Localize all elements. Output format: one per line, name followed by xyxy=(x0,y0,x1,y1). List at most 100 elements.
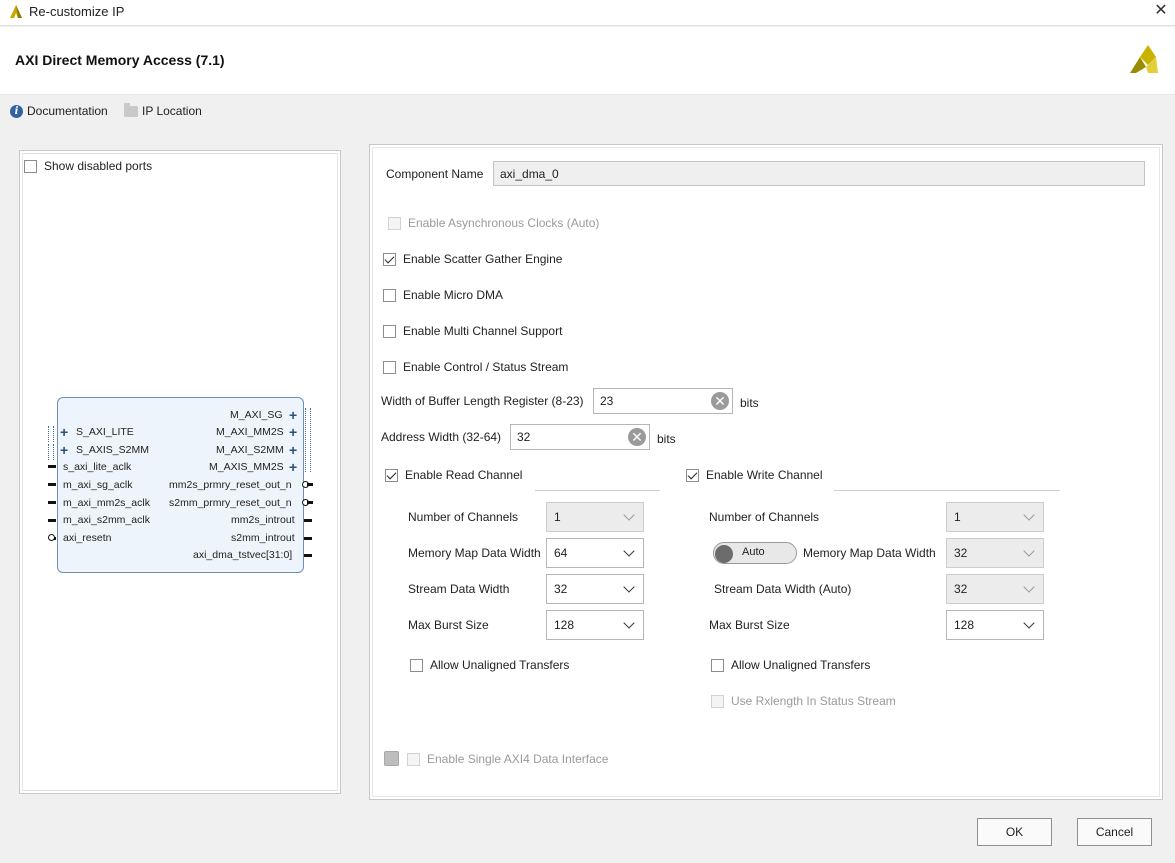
read-max-burst-select[interactable]: 128 xyxy=(546,610,644,640)
checkbox-label: Show disabled ports xyxy=(44,159,153,173)
page-title: AXI Direct Memory Access (7.1) xyxy=(15,52,225,68)
chevron-down-icon xyxy=(1023,545,1035,557)
port-label: s2mm_introut xyxy=(231,532,295,544)
checkbox-label: Enable Control / Status Stream xyxy=(403,360,569,374)
documentation-link[interactable]: i Documentation xyxy=(10,104,108,118)
select-value: 128 xyxy=(554,618,575,632)
checkbox-label: Enable Write Channel xyxy=(706,468,823,482)
port-label: m_axi_sg_aclk xyxy=(63,479,133,491)
bus-connector xyxy=(305,408,311,472)
port-label: axi_dma_tstvec[31:0] xyxy=(193,549,293,561)
clear-icon[interactable]: ✕ xyxy=(711,392,729,410)
window-title: Re-customize IP xyxy=(29,4,125,19)
ip-location-label: IP Location xyxy=(142,104,202,118)
write-mm-data-width-label: Memory Map Data Width xyxy=(803,546,936,560)
buffer-length-unit: bits xyxy=(740,396,759,410)
single-axi4-checkbox[interactable]: Enable Single AXI4 Data Interface xyxy=(407,752,608,766)
enable-scatter-gather-checkbox[interactable]: Enable Scatter Gather Engine xyxy=(383,252,562,266)
chevron-down-icon xyxy=(623,509,635,521)
expand-plus-icon[interactable]: + xyxy=(60,443,68,457)
port-label: S_AXIS_S2MM xyxy=(76,444,149,456)
port-pin xyxy=(307,501,313,504)
checkbox-box[interactable] xyxy=(383,252,396,266)
write-allow-unaligned-checkbox[interactable]: Allow Unaligned Transfers xyxy=(711,658,870,672)
expand-plus-icon[interactable]: + xyxy=(289,443,297,457)
checkbox-box[interactable] xyxy=(410,658,423,672)
clear-icon[interactable]: ✕ xyxy=(628,428,646,446)
read-stream-data-width-select[interactable]: 32 xyxy=(546,574,644,604)
enable-micro-dma-checkbox[interactable]: Enable Micro DMA xyxy=(383,288,503,302)
ip-location-link[interactable]: IP Location xyxy=(124,102,202,118)
port-label: m_axi_s2mm_aclk xyxy=(63,514,150,526)
port-label: m_axi_mm2s_aclk xyxy=(63,497,150,509)
checkbox-label: Use Rxlength In Status Stream xyxy=(731,694,896,708)
checkbox-box[interactable] xyxy=(407,752,420,766)
enable-async-clocks-checkbox[interactable]: Enable Asynchronous Clocks (Auto) xyxy=(388,216,599,230)
select-value: 128 xyxy=(954,618,975,632)
write-num-channels-label: Number of Channels xyxy=(709,510,820,524)
checkbox-box[interactable] xyxy=(24,159,37,173)
checkbox-box[interactable] xyxy=(383,288,396,302)
bus-connector xyxy=(48,444,54,460)
write-mm-data-width-select[interactable]: 32 xyxy=(946,538,1044,568)
enable-write-channel-checkbox[interactable]: Enable Write Channel xyxy=(686,468,823,482)
select-value: 1 xyxy=(954,510,961,524)
read-channel-divider xyxy=(535,490,660,491)
checkbox-label: Allow Unaligned Transfers xyxy=(430,658,570,672)
select-value: 1 xyxy=(554,510,561,524)
component-name-field[interactable]: axi_dma_0 xyxy=(493,161,1145,186)
port-label: M_AXI_MM2S xyxy=(216,426,284,438)
enable-multi-channel-checkbox[interactable]: Enable Multi Channel Support xyxy=(383,324,562,338)
read-allow-unaligned-checkbox[interactable]: Allow Unaligned Transfers xyxy=(410,658,569,672)
checkbox-label: Enable Read Channel xyxy=(405,468,523,482)
port-pin xyxy=(48,519,56,522)
use-rxlength-checkbox[interactable]: Use Rxlength In Status Stream xyxy=(711,694,896,708)
single-axi4-toggle[interactable] xyxy=(384,751,399,766)
checkbox-box[interactable] xyxy=(388,216,401,230)
read-mm-data-width-label: Memory Map Data Width xyxy=(408,546,541,560)
checkbox-box[interactable] xyxy=(711,694,724,708)
ok-button[interactable]: OK xyxy=(977,818,1052,846)
write-max-burst-label: Max Burst Size xyxy=(709,618,790,632)
port-label: axi_resetn xyxy=(63,532,112,544)
read-mm-data-width-select[interactable]: 64 xyxy=(546,538,644,568)
checkbox-box[interactable] xyxy=(686,468,699,482)
select-value: 32 xyxy=(554,582,568,596)
write-stream-data-width-select[interactable]: 32 xyxy=(946,574,1044,604)
checkbox-box[interactable] xyxy=(383,324,396,338)
port-pin xyxy=(48,465,56,468)
folder-icon xyxy=(124,102,138,117)
cancel-button[interactable]: Cancel xyxy=(1077,818,1152,846)
write-stream-data-width-label: Stream Data Width (Auto) xyxy=(714,582,852,596)
select-value: 32 xyxy=(954,582,968,596)
xilinx-logo-icon xyxy=(1130,45,1158,73)
buffer-length-label: Width of Buffer Length Register (8-23) xyxy=(381,394,584,408)
port-pin xyxy=(48,501,56,504)
expand-plus-icon[interactable]: + xyxy=(289,408,297,422)
close-icon[interactable]: ✕ xyxy=(1150,0,1172,22)
address-width-unit: bits xyxy=(657,432,676,446)
port-pin xyxy=(304,554,312,557)
select-value: 32 xyxy=(954,546,968,560)
read-num-channels-select[interactable]: 1 xyxy=(546,502,644,532)
port-label: mm2s_prmry_reset_out_n xyxy=(169,479,292,491)
enable-read-channel-checkbox[interactable]: Enable Read Channel xyxy=(385,468,522,482)
read-num-channels-label: Number of Channels xyxy=(408,510,519,524)
read-max-burst-label: Max Burst Size xyxy=(408,618,489,632)
port-label: mm2s_introut xyxy=(231,514,295,526)
expand-plus-icon[interactable]: + xyxy=(60,425,68,439)
checkbox-label: Enable Multi Channel Support xyxy=(403,324,563,338)
expand-plus-icon[interactable]: + xyxy=(289,425,297,439)
expand-plus-icon[interactable]: + xyxy=(289,460,297,474)
write-max-burst-select[interactable]: 128 xyxy=(946,610,1044,640)
enable-control-status-checkbox[interactable]: Enable Control / Status Stream xyxy=(383,360,568,374)
show-disabled-ports-checkbox[interactable]: Show disabled ports xyxy=(24,159,152,173)
checkbox-box[interactable] xyxy=(711,658,724,672)
checkbox-box[interactable] xyxy=(385,468,398,482)
write-num-channels-select[interactable]: 1 xyxy=(946,502,1044,532)
auto-toggle-label: Auto xyxy=(742,546,765,558)
checkbox-box[interactable] xyxy=(383,360,396,374)
port-label: S_AXI_LITE xyxy=(76,426,134,438)
port-pin xyxy=(304,519,312,522)
checkbox-label: Enable Single AXI4 Data Interface xyxy=(427,752,609,766)
